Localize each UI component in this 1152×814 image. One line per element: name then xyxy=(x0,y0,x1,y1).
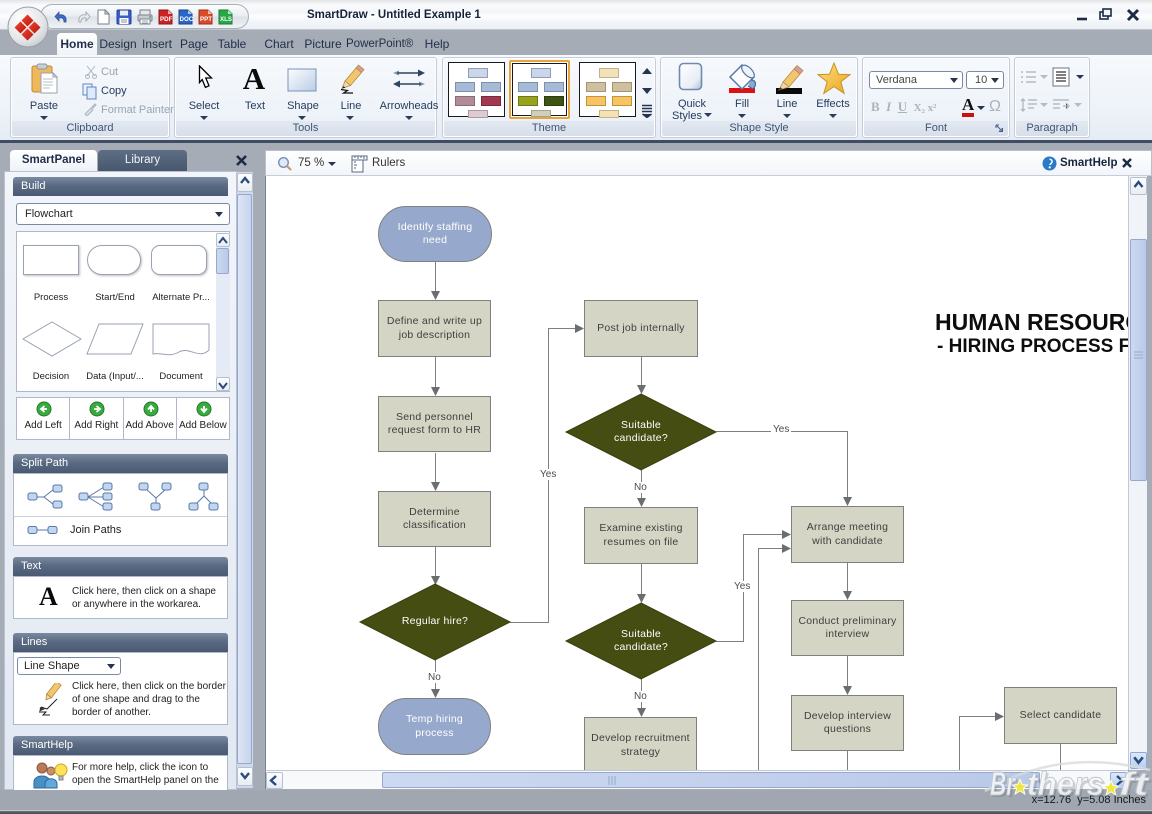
svg-text:DOC: DOC xyxy=(180,16,194,23)
svg-text:XLS: XLS xyxy=(220,16,232,23)
svg-text:PDF: PDF xyxy=(160,16,173,23)
svg-text:PPT: PPT xyxy=(200,16,212,23)
